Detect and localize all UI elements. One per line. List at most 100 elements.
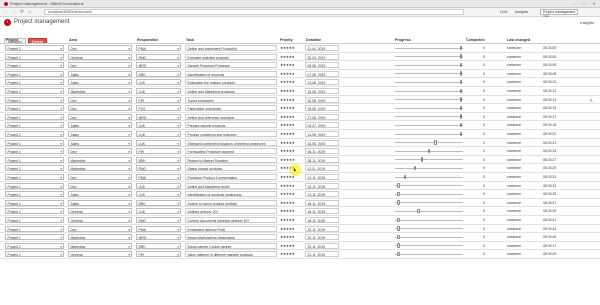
progress-slider-handle[interactable] — [459, 79, 463, 85]
progress-slider[interactable] — [395, 47, 463, 49]
progress-slider[interactable] — [395, 228, 463, 230]
area-dropdown[interactable]: Dev — [68, 113, 132, 120]
area-dropdown[interactable]: Sales — [68, 139, 132, 146]
task-field[interactable]: Brand relationships relationship — [185, 234, 277, 241]
table-row[interactable]: Project 1 General RNG Entrustet potential p… — [0, 53, 600, 62]
responsible-dropdown[interactable]: RNG — [136, 217, 181, 223]
area-dropdown[interactable]: General — [68, 53, 132, 60]
responsible-dropdown[interactable]: PMA — [136, 45, 181, 51]
progress-slider[interactable] — [395, 185, 463, 187]
progress-slider-handle[interactable] — [397, 226, 400, 231]
deadline-field[interactable]: 25.06. 2019 — [305, 105, 339, 112]
area-dropdown[interactable]: Marketing — [68, 242, 132, 249]
project-dropdown[interactable]: Project 1 — [5, 96, 64, 103]
project-dropdown[interactable]: Project 1 — [5, 251, 64, 258]
area-dropdown[interactable]: Marketing — [68, 88, 132, 94]
task-field[interactable]: Product combining and selection — [185, 131, 277, 137]
table-row[interactable]: Project 1 Sales LUK Product combining and s… — [0, 130, 600, 139]
priority-rating[interactable]: ★★★★★ — [280, 200, 302, 206]
task-field[interactable]: Evaluation the nations products — [185, 79, 277, 86]
table-row[interactable]: Project 1 Dev MRG Sample Prototype Prototyp… — [0, 61, 600, 70]
progress-slider[interactable] — [395, 73, 463, 75]
responsible-dropdown[interactable]: FIR — [136, 148, 181, 155]
task-field[interactable]: Entrustet potential products — [185, 53, 277, 60]
responsible-dropdown[interactable]: LUK — [136, 79, 181, 86]
progress-slider-handle[interactable] — [459, 97, 463, 102]
table-row[interactable]: Project 1 Marketing MRG Brand relationships… — [0, 233, 600, 242]
progress-slider[interactable] — [395, 219, 463, 221]
project-dropdown[interactable]: Project 1 — [5, 191, 64, 198]
responsible-dropdown[interactable]: LUK — [136, 182, 181, 189]
priority-rating[interactable]: ★★★★★ — [280, 114, 302, 120]
task-field[interactable]: Current documents planning delivery 20+ — [185, 217, 277, 223]
deadline-field[interactable]: 30.04. 2019 — [305, 53, 339, 60]
project-dropdown[interactable]: Project 1 — [5, 139, 64, 146]
area-dropdown[interactable]: General — [68, 217, 132, 223]
pencil-icon[interactable]: ✎ — [590, 98, 593, 103]
progress-slider[interactable] — [395, 133, 463, 135]
priority-rating[interactable]: ★★★★★ — [280, 62, 302, 68]
progress-slider-handle[interactable] — [417, 208, 420, 214]
priority-rating[interactable]: ★★★★★ — [280, 79, 302, 85]
deadline-field[interactable]: 21.11. 2019 — [305, 251, 339, 258]
task-field[interactable]: Embedded delivery ProD — [185, 225, 277, 232]
task-field[interactable]: Defined delivery 20+ — [185, 208, 277, 215]
table-row[interactable]: Project 1 Dev FIR Tuned prototypes★★★★★20.0… — [0, 96, 600, 105]
task-field[interactable]: Search to synch product portfolio — [185, 199, 277, 206]
deadline-field[interactable]: 18.11. 2019 — [305, 208, 339, 215]
progress-slider[interactable] — [395, 236, 463, 238]
task-field[interactable]: Define and Marketing report — [185, 182, 277, 189]
priority-rating[interactable]: ★★★★★ — [280, 243, 302, 249]
priority-rating[interactable]: ★★★★★ — [280, 226, 302, 232]
area-dropdown[interactable]: General — [68, 208, 132, 215]
progress-slider-handle[interactable] — [459, 122, 463, 128]
responsible-dropdown[interactable]: PVX — [136, 105, 181, 112]
project-dropdown[interactable]: Project 1 — [5, 156, 64, 163]
project-dropdown[interactable]: Project 1 — [5, 217, 64, 223]
priority-rating[interactable]: ★★★★★ — [280, 191, 302, 197]
table-row[interactable]: Project 1 General FIR Value platform in dif… — [0, 250, 600, 259]
priority-rating[interactable]: ★★★★★ — [280, 140, 302, 146]
progress-slider[interactable] — [395, 90, 463, 92]
progress-slider-handle[interactable] — [459, 62, 463, 68]
priority-rating[interactable]: ★★★★★ — [280, 157, 302, 163]
deadline-field[interactable]: 12.11. 2019 — [305, 174, 339, 180]
table-row[interactable]: Project 1 Dev LUK Define and Marketing repo… — [0, 182, 600, 191]
deadline-field[interactable]: 19.11. 2019 — [305, 225, 339, 232]
project-dropdown[interactable]: Project 1 — [5, 45, 64, 51]
progress-slider-handle[interactable] — [459, 88, 463, 93]
progress-slider[interactable] — [395, 253, 463, 255]
deadline-field[interactable]: 18.11. 2019 — [305, 199, 339, 206]
area-dropdown[interactable]: Dev — [68, 182, 132, 189]
responsible-dropdown[interactable]: FIR — [136, 251, 181, 258]
help-link[interactable]: Insights — [580, 20, 594, 25]
task-field[interactable]: Tuned prototypes — [185, 96, 277, 103]
progress-slider-handle[interactable] — [397, 251, 400, 257]
minimize-icon[interactable]: – — [570, 1, 578, 6]
project-dropdown[interactable]: Project 1 — [5, 131, 64, 137]
responsible-dropdown[interactable]: BRK — [136, 242, 181, 249]
priority-rating[interactable]: ★★★★★ — [280, 122, 302, 128]
priority-rating[interactable]: ★★★★★ — [280, 208, 302, 214]
area-dropdown[interactable]: Marketing — [68, 156, 132, 163]
table-row[interactable]: Project 1 General RNG Current documents pla… — [0, 216, 600, 225]
table-row[interactable]: Project 1 Dev PMA Prototype Product 1 prese… — [0, 173, 600, 182]
progress-slider[interactable] — [395, 99, 463, 101]
priority-rating[interactable]: ★★★★★ — [280, 183, 302, 189]
progress-slider[interactable] — [395, 116, 463, 118]
deadline-field[interactable]: 20.06. 2019 — [305, 96, 339, 103]
area-dropdown[interactable]: Sales — [68, 191, 132, 198]
responsible-dropdown[interactable]: LUK — [136, 88, 181, 94]
progress-slider-handle[interactable] — [434, 140, 437, 145]
table-row[interactable]: Project 1 Dev PMA Define and implement Prod… — [0, 44, 600, 53]
home-icon[interactable]: ⌂ — [27, 9, 33, 15]
progress-slider[interactable] — [395, 124, 463, 126]
project-dropdown[interactable]: Project 1 — [5, 113, 64, 120]
progress-slider-handle[interactable] — [397, 243, 400, 248]
progress-slider[interactable] — [395, 142, 463, 144]
progress-slider-handle[interactable] — [397, 200, 400, 205]
table-row[interactable]: Project 1 Marketing BRK Review to Market Sa… — [0, 156, 600, 165]
area-dropdown[interactable]: Dev — [68, 174, 132, 180]
toolbar-item-lds[interactable]: LDS — [500, 9, 507, 15]
area-dropdown[interactable]: Sales — [68, 122, 132, 129]
